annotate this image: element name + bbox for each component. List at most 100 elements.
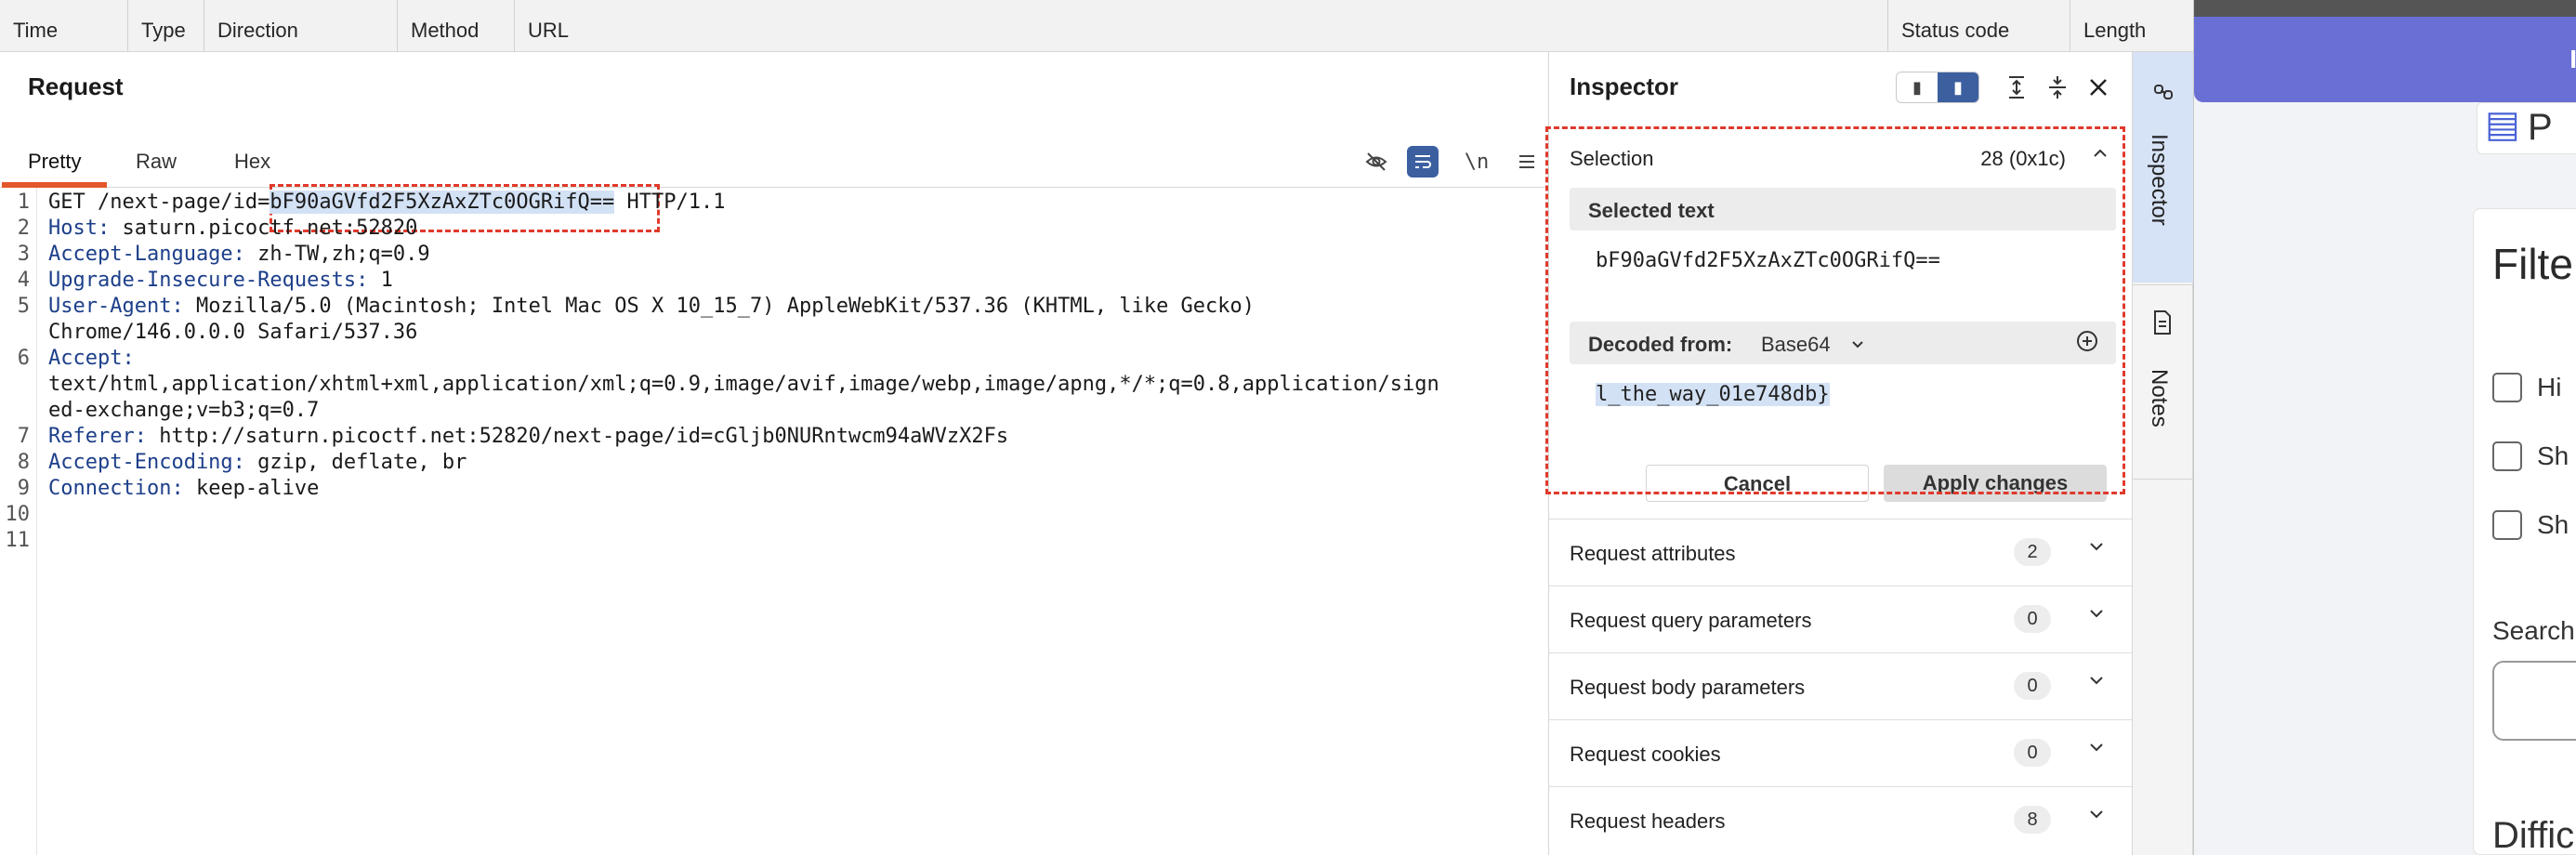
expand-vertical-icon[interactable]	[1996, 69, 2037, 106]
hamburger-menu-icon[interactable]	[1505, 141, 1548, 182]
header-key: Referer:	[48, 425, 147, 448]
filter-checkbox-label: Sh	[2537, 510, 2569, 539]
header-key: Upgrade-Insecure-Requests:	[48, 269, 369, 292]
tab-pretty[interactable]: Pretty	[2, 136, 108, 188]
close-icon[interactable]	[2078, 69, 2119, 106]
line-number: 9	[17, 477, 30, 500]
editor-toolbar: \n	[1347, 141, 1548, 182]
header-key: Host:	[48, 217, 111, 240]
filter-title: Filte	[2492, 240, 2573, 288]
count-badge: 2	[2014, 538, 2051, 566]
request-title: Request	[28, 72, 124, 100]
column-type[interactable]: Type	[128, 0, 204, 52]
header-value: saturn.picoctf.net:52820	[110, 217, 418, 240]
document-icon: ▤	[2485, 104, 2520, 145]
line-text: Upgrade-Insecure-Requests: 1	[48, 268, 393, 294]
line-text: Accept:	[48, 346, 135, 372]
section-label: Request headers	[1570, 809, 1726, 833]
layout-right-icon[interactable]: ▮	[1938, 72, 1978, 102]
line-text: User-Agent: Mozilla/5.0 (Macintosh; Inte…	[48, 294, 1255, 320]
header-value: zh-TW,zh;q=0.9	[244, 243, 430, 266]
header-value: text/html,application/xhtml+xml,applicat…	[48, 373, 1439, 396]
line-text: Connection: keep-alive	[48, 476, 319, 502]
tab-hex[interactable]: Hex	[208, 136, 296, 188]
line-text: GET /next-page/id=bF90aGVfd2F5XzAxZTc0OG…	[48, 190, 726, 216]
count-badge: 0	[2014, 739, 2051, 767]
request-view-tabs: Pretty Raw Hex	[0, 136, 1548, 188]
line-text: Accept-Language: zh-TW,zh;q=0.9	[48, 242, 430, 268]
section-label: Request query parameters	[1570, 609, 1812, 632]
chevron-down-icon	[2086, 670, 2107, 697]
search-input[interactable]	[2492, 661, 2576, 741]
inspector-panel: Inspector ▮ ▮ Selection 28 (0x1c) Select…	[1545, 52, 2133, 855]
header-value: Chrome/146.0.0.0 Safari/537.36	[48, 321, 418, 344]
difficulty-label: Diffic	[2492, 815, 2575, 855]
side-tab-inspector[interactable]: Inspector	[2133, 52, 2194, 283]
line-text: text/html,application/xhtml+xml,applicat…	[48, 372, 1439, 398]
section-request-cookies[interactable]: Request cookies 0	[1549, 719, 2133, 786]
header-value: keep-alive	[183, 477, 320, 500]
section-request-query-parameters[interactable]: Request query parameters 0	[1549, 585, 2133, 652]
layout-left-icon[interactable]: ▮	[1897, 72, 1938, 102]
filter-checkbox[interactable]	[2492, 510, 2522, 540]
site-header-bar: I	[2194, 17, 2576, 102]
side-tab-label: Inspector	[2147, 134, 2172, 226]
line-number: 10	[5, 503, 31, 526]
chevron-down-icon	[2086, 536, 2107, 563]
selected-id-value[interactable]: bF90aGVfd2F5XzAxZTc0OGRifQ==	[269, 191, 615, 214]
tab-raw[interactable]: Raw	[110, 136, 203, 188]
column-method[interactable]: Method	[398, 0, 515, 52]
line-number: 3	[17, 243, 30, 266]
line-number: 1	[17, 191, 30, 214]
browser-window: I ▤ P Filte Hi Sh Sh Search Diffic	[2193, 0, 2576, 855]
chevron-down-icon	[2086, 603, 2107, 630]
section-request-body-parameters[interactable]: Request body parameters 0	[1549, 652, 2133, 719]
request-editor[interactable]: 1 GET /next-page/id=bF90aGVfd2F5XzAxZTc0O…	[0, 184, 1548, 855]
filter-panel: Filte Hi Sh Sh Search Diffic	[2473, 208, 2576, 855]
chevron-down-icon	[2086, 804, 2107, 831]
section-request-attributes[interactable]: Request attributes 2	[1549, 519, 2133, 585]
column-time[interactable]: Time	[0, 0, 128, 52]
wrap-lines-icon[interactable]	[1407, 146, 1439, 178]
notes-icon	[2151, 309, 2174, 342]
section-request-headers[interactable]: Request headers 8	[1549, 786, 2133, 853]
line-text: Chrome/146.0.0.0 Safari/537.36	[48, 320, 417, 346]
annotation-highlight-box	[1545, 126, 2125, 494]
line-text: Referer: http://saturn.picoctf.net:52820…	[48, 424, 1008, 450]
line-number: 11	[5, 529, 31, 552]
line-text: Accept-Encoding: gzip, deflate, br	[48, 450, 467, 476]
filter-checkbox[interactable]	[2492, 441, 2522, 471]
header-value: 1	[368, 269, 393, 292]
layout-toggle[interactable]: ▮ ▮	[1896, 72, 1979, 103]
column-url[interactable]: URL	[515, 0, 1888, 52]
header-key: Connection:	[48, 477, 184, 500]
header-value: gzip, deflate, br	[244, 451, 467, 474]
search-label: Search	[2492, 616, 2575, 645]
line-number: 8	[17, 451, 30, 474]
header-key: Accept-Encoding:	[48, 451, 245, 474]
column-status-code[interactable]: Status code	[1888, 0, 2070, 52]
filter-checkbox-label: Hi	[2537, 373, 2562, 401]
header-key: User-Agent:	[48, 295, 184, 318]
column-length[interactable]: Length	[2070, 0, 2195, 52]
count-badge: 0	[2014, 672, 2051, 700]
header-value: Mozilla/5.0 (Macintosh; Intel Mac OS X 1…	[183, 295, 1255, 318]
side-tab-label: Notes	[2147, 369, 2172, 428]
section-label: Request attributes	[1570, 542, 1736, 565]
inspector-title: Inspector	[1570, 72, 1679, 100]
inspector-toolbar: ▮ ▮	[1896, 69, 2119, 106]
header-value: http://saturn.picoctf.net:52820/next-pag…	[146, 425, 1009, 448]
eye-slash-icon[interactable]	[1355, 141, 1398, 182]
collapse-vertical-icon[interactable]	[2037, 69, 2078, 106]
header-key: Accept:	[48, 347, 135, 370]
count-badge: 0	[2014, 605, 2051, 633]
count-badge: 8	[2014, 806, 2051, 834]
site-header-text: I	[2569, 45, 2576, 73]
newline-toggle-button[interactable]: \n	[1455, 141, 1498, 182]
page-header-text: P	[2528, 107, 2553, 148]
filter-checkbox-label: Sh	[2537, 441, 2569, 470]
column-direction[interactable]: Direction	[204, 0, 398, 52]
line-number: 7	[17, 425, 30, 448]
filter-checkbox[interactable]	[2492, 373, 2522, 402]
side-tab-notes[interactable]: Notes	[2133, 284, 2194, 480]
